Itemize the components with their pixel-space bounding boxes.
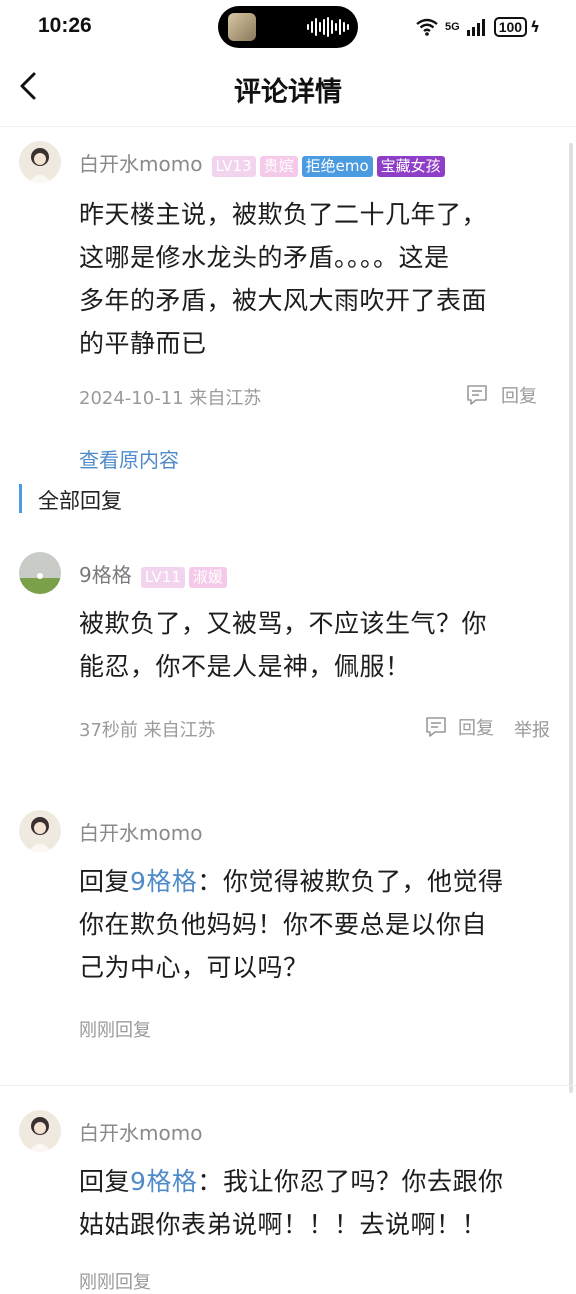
reply-line: 己为中心，可以吗？ — [79, 953, 309, 982]
reply-header: 9格格 LV11 淑媛 — [79, 559, 227, 588]
reply-line: 被欺负了，又被骂，不应该生气？你 — [79, 609, 488, 638]
user-badge: 淑媛 — [188, 567, 227, 588]
scrollbar[interactable] — [569, 143, 573, 1093]
media-thumbnail — [228, 13, 256, 41]
signal-icon — [466, 19, 485, 36]
network-type: 5G — [445, 21, 460, 33]
reply-line: 你觉得被欺负了，他觉得 — [222, 867, 504, 896]
reply-colon: ： — [197, 867, 223, 896]
reply-line-first: 回复9格格：你觉得被欺负了，他觉得 — [79, 860, 549, 903]
comment-line: 这哪是修水龙头的矛盾。。。。这是 — [79, 243, 450, 272]
reply-meta: 刚刚回复 — [79, 1020, 151, 1041]
charging-icon: ϟ — [530, 18, 540, 36]
audio-wave-icon — [307, 17, 349, 37]
status-icons: 5G 100 ϟ — [415, 16, 540, 38]
reply-prefix: 回复 — [79, 1167, 131, 1196]
section-title: 全部回复 — [38, 489, 122, 513]
badge-group: LV13 贵嫔 拒绝emo 宝藏女孩 — [208, 156, 445, 177]
user-badge: 贵嫔 — [259, 156, 298, 177]
report-button[interactable]: 举报 — [514, 716, 550, 742]
user-badge: LV13 — [211, 156, 256, 177]
comment-meta: 2024-10-11 来自江苏 — [79, 388, 262, 409]
username[interactable]: 白开水momo — [79, 817, 202, 846]
avatar[interactable] — [19, 810, 61, 852]
reply-meta: 刚刚回复 — [79, 1272, 151, 1293]
avatar[interactable] — [19, 552, 61, 594]
avatar-girl-image — [19, 1110, 61, 1152]
comment-bubble-icon — [467, 385, 487, 405]
user-badge: 拒绝emo — [301, 156, 373, 177]
username[interactable]: 白开水momo — [79, 152, 202, 176]
reply-line: 我让你忍了吗？你去跟你 — [222, 1167, 504, 1196]
badge-group: LV11 淑媛 — [137, 567, 227, 588]
reply-line: 能忍，你不是人是神，佩服！ — [79, 652, 411, 681]
wifi-icon — [416, 18, 438, 36]
user-badge: 宝藏女孩 — [376, 156, 445, 177]
reply-label: 回复 — [458, 718, 494, 739]
battery-level: 100 — [493, 17, 528, 37]
status-bar: 10:26 5G 100 ϟ — [0, 0, 576, 56]
section-accent-bar — [19, 484, 22, 513]
user-badge: LV11 — [140, 567, 185, 588]
reply-to-user-link[interactable]: 9格格 — [130, 1167, 197, 1196]
comment-line: 多年的矛盾，被大风大雨吹开了表面 — [79, 286, 488, 315]
reply-line: 姑姑跟你表弟说啊！！！去说啊！！ — [79, 1210, 488, 1239]
avatar-girl-image — [19, 141, 61, 183]
avatar[interactable] — [19, 1110, 61, 1152]
reply-colon: ： — [197, 1167, 223, 1196]
reply-label: 回复 — [501, 386, 537, 407]
reply-meta: 37秒前 来自江苏 — [79, 720, 216, 741]
reply-body: 回复9格格：你觉得被欺负了，他觉得 你在欺负他妈妈！你不要总是以你自 己为中心，… — [79, 860, 549, 989]
comment-bubble-icon — [426, 717, 446, 737]
reply-prefix: 回复 — [79, 867, 131, 896]
view-original-link[interactable]: 查看原内容 — [79, 444, 179, 473]
reply-line-first: 回复9格格：我让你忍了吗？你去跟你 — [79, 1160, 549, 1203]
comment-line: 昨天楼主说，被欺负了二十几年了， — [79, 200, 488, 229]
comment-line: 的平静而已 — [79, 329, 207, 358]
avatar-girl-image — [19, 810, 61, 852]
reply-body: 被欺负了，又被骂，不应该生气？你 能忍，你不是人是神，佩服！ — [79, 602, 559, 688]
comment-header: 白开水momo LV13 贵嫔 拒绝emo 宝藏女孩 — [79, 148, 445, 177]
battery-indicator: 100 ϟ — [493, 17, 540, 37]
reply-button[interactable]: 回复 — [424, 714, 494, 740]
avatar-landscape-image — [19, 552, 61, 594]
avatar[interactable] — [19, 141, 61, 183]
username[interactable]: 9格格 — [79, 563, 132, 587]
reply-body: 回复9格格：我让你忍了吗？你去跟你 姑姑跟你表弟说啊！！！去说啊！！ — [79, 1160, 549, 1246]
top-nav: 评论详情 — [0, 56, 576, 127]
page-title: 评论详情 — [234, 77, 342, 108]
username[interactable]: 白开水momo — [79, 1117, 202, 1146]
divider — [0, 1085, 576, 1086]
reply-line: 你在欺负他妈妈！你不要总是以你自 — [79, 910, 488, 939]
reply-button[interactable]: 回复 — [465, 382, 537, 408]
comment-body: 昨天楼主说，被欺负了二十几年了， 这哪是修水龙头的矛盾。。。。这是 多年的矛盾，… — [79, 193, 549, 365]
status-time: 10:26 — [38, 14, 92, 37]
reply-to-user-link[interactable]: 9格格 — [130, 867, 197, 896]
dynamic-island[interactable] — [218, 6, 358, 48]
